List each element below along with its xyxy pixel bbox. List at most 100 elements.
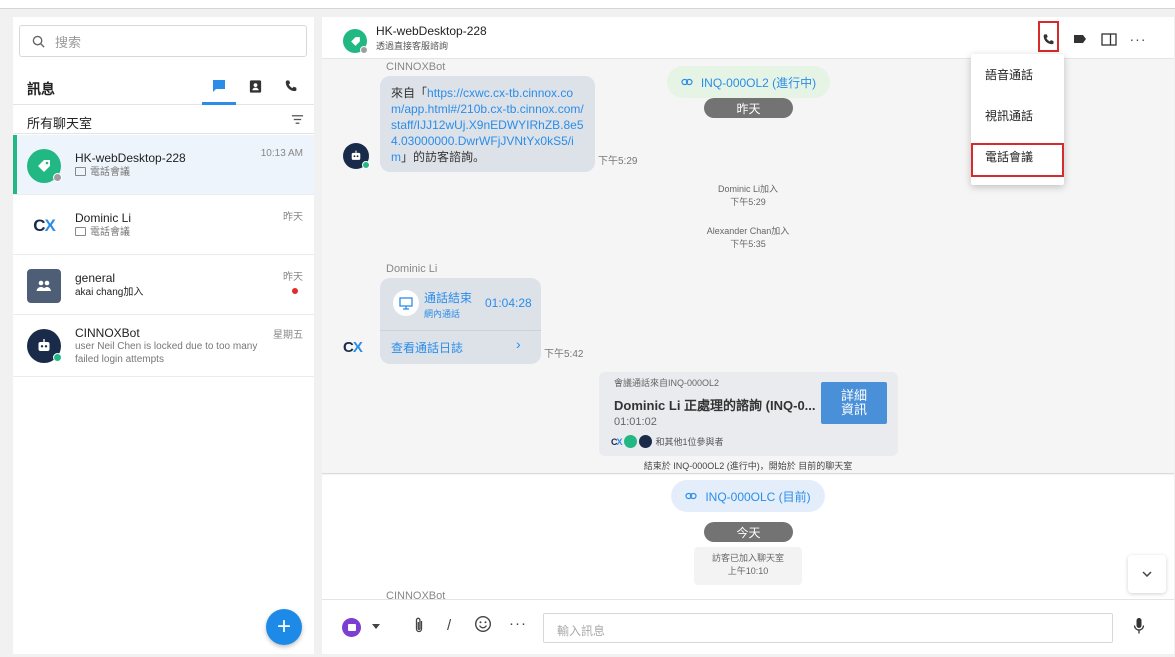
inquiry-top-label: INQ-000OL2 (進行中) [700,75,817,90]
bot-icon [351,150,361,160]
menu-item-voice-call[interactable]: 語音通話 [971,54,1064,94]
date-divider-today: 今天 [704,522,793,542]
attachment-icon[interactable] [414,617,424,637]
filter-icon[interactable] [291,114,304,125]
system-join-time: 下午5:35 [730,239,766,249]
call-title: 通話結束 [424,291,473,305]
divider [380,330,541,331]
conference-icon [75,227,86,236]
chat-preview-text: 電話會議 [90,227,130,238]
chat-name: Dominic Li [75,211,132,225]
contact-book-icon [249,79,261,93]
channel-selector[interactable] [342,618,361,637]
tab-chats[interactable] [202,75,236,105]
app-root: 搜索 訊息 所有聊天室 HK-webDesktop-228 電話會議 10:13… [0,0,1175,657]
search-icon [32,35,45,48]
call-duration: 01:04:28 [485,296,532,310]
bot-text-prefix: 來自「 [391,86,428,100]
call-sender: Dominic Li [386,263,438,275]
monitor-icon [393,290,419,316]
conference-source: 會議通話來自INQ-000OL2 [614,378,720,388]
messages-header: 訊息 [13,67,314,105]
link-icon [685,492,697,500]
avatar [638,435,652,448]
menu-item-video-call[interactable]: 視訊通話 [971,95,1064,135]
date-divider-yesterday: 昨天 [704,98,793,118]
call-ended-card: 通話結束 網內通話 01:04:28 查看通話日誌 › [380,278,541,364]
call-log-link[interactable]: 查看通話日誌 [391,339,463,356]
status-dot [53,173,62,182]
bot-sender: CINNOXBot [386,61,446,73]
message-input[interactable]: 輸入訊息 [543,613,1113,643]
chat-name: CINNOXBot [75,326,140,340]
chat-preview: 電話會議 [75,166,275,179]
unread-dot [292,288,298,294]
chat-header: HK-webDesktop-228 透過直接客服諮詢 ··· [322,17,1174,59]
more-button[interactable]: ··· [1128,29,1148,49]
chat-preview: akai chang加入 [75,287,144,298]
tab-calls[interactable] [280,75,302,97]
composer: / ··· 輸入訊息 [322,599,1174,654]
new-chat-button[interactable]: + [266,609,302,645]
bot-message-bubble: 來自「https://cxwc.cx-tb.cinnox.com/app.htm… [380,76,595,172]
inquiry-top-pill[interactable]: INQ-000OL2 (進行中) [667,66,830,98]
visitor-joined-text: 訪客已加入聊天室 [711,553,784,563]
chat-time: 10:13 AM [260,148,303,159]
plus-icon: + [276,613,291,640]
conference-participants: CX 和其他1位參與者 [611,435,724,448]
more-icon[interactable]: ··· [509,615,527,632]
chevron-right-icon: › [516,336,521,352]
emoji-icon[interactable] [474,615,492,637]
chat-bubble-icon [347,624,356,631]
tab-contacts[interactable] [244,75,266,97]
chat-time: 昨天 [283,272,303,283]
system-message-join: Dominic Li加入 下午5:29 [688,183,808,209]
conference-title: Dominic Li 正處理的諮詢 (INQ-0... [614,398,816,413]
scroll-bottom-button[interactable] [1128,555,1166,593]
visitor-joined-time: 上午10:10 [727,566,769,576]
phone-icon [285,80,297,92]
cx-logo-icon: CX [343,339,363,356]
messages-title: 訊息 [27,81,55,97]
chat-item-cinnoxbot[interactable]: CINNOXBot user Neil Chen is locked due t… [13,315,314,377]
slash-command-icon[interactable]: / [447,617,451,634]
call-message-time: 下午5:42 [544,349,584,360]
status-dot [360,46,368,54]
chat-icon [213,80,225,92]
chat-title: HK-webDesktop-228 [376,24,487,38]
search-placeholder: 搜索 [55,34,82,50]
system-join-text: Alexander Chan加入 [706,226,790,236]
microphone-icon[interactable] [1133,617,1145,639]
search-input[interactable]: 搜索 [19,25,307,57]
conference-highlight [971,143,1064,177]
chat-preview: user Neil Chen is locked due to too many… [75,341,258,365]
split-view-button[interactable] [1099,29,1119,49]
chat-subtitle: 透過直接客服諮詢 [376,41,449,51]
chat-item-dominic-li[interactable]: CX Dominic Li 電話會議 昨天 [13,195,314,255]
chat-list: HK-webDesktop-228 電話會議 10:13 AM CX Domin… [13,135,314,377]
call-menu: 語音通話 視訊通話 電話會議 [971,54,1064,185]
chat-name: HK-webDesktop-228 [75,151,186,165]
group-icon [27,269,61,303]
chat-time: 星期五 [273,330,303,341]
chat-preview: 電話會議 [75,226,275,239]
system-join-time: 下午5:29 [730,197,766,207]
participants-text: 和其他1位參與者 [655,437,724,447]
user-icon [623,435,637,448]
chat-item-general[interactable]: general akai chang加入 昨天 [13,255,314,315]
chat-item-hk-webdesktop[interactable]: HK-webDesktop-228 電話會議 10:13 AM [13,135,314,195]
caret-down-icon[interactable] [372,624,380,629]
call-subtitle: 網內通話 [424,309,461,319]
conference-duration: 01:01:02 [614,416,657,428]
online-dot [362,161,370,169]
chat-time: 昨天 [283,212,303,223]
split-view-icon [1101,32,1117,46]
conference-details-button[interactable]: 詳細資訊 [821,382,887,424]
chevron-down-icon [1142,571,1152,577]
bot-text-suffix: 」的訪客諮詢。 [401,150,486,164]
label-button[interactable] [1070,29,1090,49]
label-icon [1074,35,1086,43]
link-icon [681,78,693,86]
inquiry-current-pill[interactable]: INQ-000OLC (目前) [671,480,825,512]
more-icon: ··· [1129,31,1147,47]
